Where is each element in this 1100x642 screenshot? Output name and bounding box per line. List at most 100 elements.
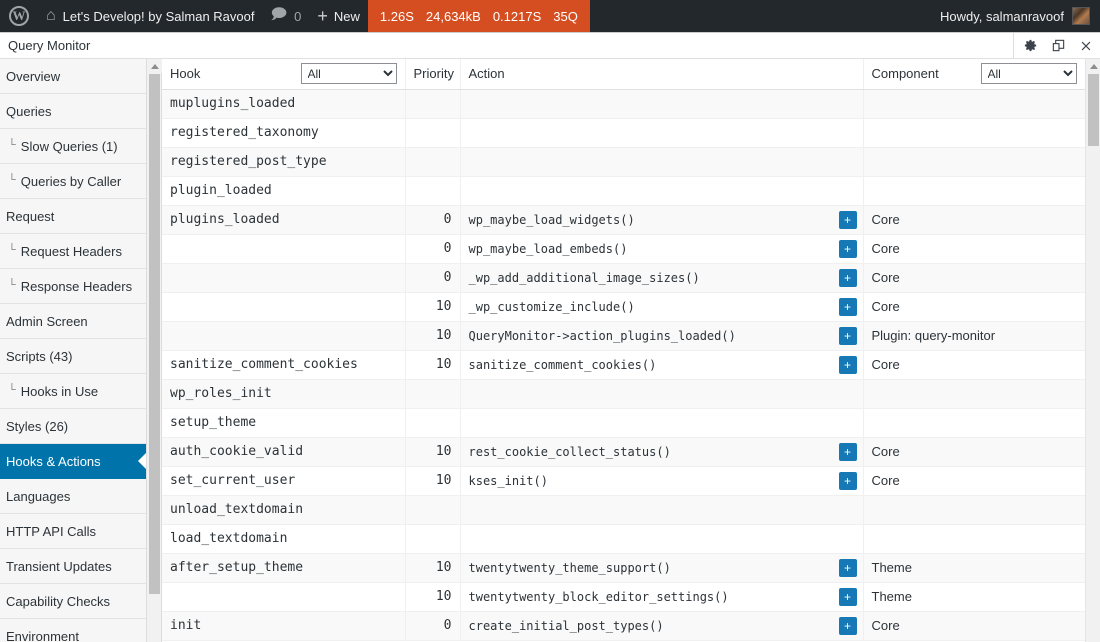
table-scrollbar-thumb[interactable]: [1088, 74, 1099, 146]
expand-action-toggle-button[interactable]: +: [839, 617, 857, 635]
sidebar-item-response-headers[interactable]: └Response Headers: [0, 269, 146, 304]
sidebar-item-environment[interactable]: Environment: [0, 619, 146, 642]
sidebar-item-overview[interactable]: Overview: [0, 59, 146, 94]
panel-position-button[interactable]: [1044, 34, 1072, 58]
cell-action: create_initial_post_types() +: [460, 611, 863, 640]
query-monitor-metrics-menu[interactable]: 1.26S 24,634kB 0.1217S 35Q: [368, 0, 590, 32]
expand-action-toggle-button[interactable]: +: [839, 327, 857, 345]
expand-action-toggle-button[interactable]: +: [839, 211, 857, 229]
action-function-name: rest_cookie_collect_status(): [469, 445, 671, 459]
cell-action: [460, 379, 863, 408]
component-filter-select[interactable]: All: [981, 63, 1077, 84]
sidebar-item-capability-checks[interactable]: Capability Checks: [0, 584, 146, 619]
cell-component: Theme: [863, 582, 1085, 611]
column-label-hook: Hook: [170, 66, 200, 81]
cell-hook: load_textdomain: [162, 524, 405, 553]
cell-priority: [405, 495, 460, 524]
table-row: 0_wp_add_additional_image_sizes()+Core: [162, 263, 1085, 292]
sidebar-item-scripts-43[interactable]: Scripts (43): [0, 339, 146, 374]
cell-hook: [162, 263, 405, 292]
sidebar-item-label: Hooks in Use: [21, 384, 98, 399]
sidebar-item-label: Languages: [6, 489, 70, 504]
expand-action-toggle-button[interactable]: +: [839, 240, 857, 258]
panel-body: Overview Queries └Slow Queries (1)└Queries…: [0, 59, 1100, 642]
cell-hook: [162, 582, 405, 611]
sidebar-item-label: Request: [6, 209, 54, 224]
sidebar-item-slow-queries-1[interactable]: └Slow Queries (1): [0, 129, 146, 164]
sidebar-item-label: Hooks & Actions: [6, 454, 101, 469]
table-body: muplugins_loadedregistered_taxonomyregis…: [162, 89, 1085, 640]
sidebar-item-hooks-in-use[interactable]: └Hooks in Use: [0, 374, 146, 409]
metric-db-query-time: 0.1217S: [493, 9, 541, 24]
comments-menu[interactable]: 🗩 0: [262, 0, 309, 32]
cell-action: [460, 176, 863, 205]
cell-action: [460, 524, 863, 553]
cell-action: sanitize_comment_cookies()+: [460, 350, 863, 379]
sidebar-item-label: Styles (26): [6, 419, 68, 434]
table-scrollbar[interactable]: [1085, 59, 1100, 642]
column-header-component: Component All: [863, 59, 1085, 89]
sidebar-item-transient-updates[interactable]: Transient Updates: [0, 549, 146, 584]
expand-action-toggle-button[interactable]: +: [839, 269, 857, 287]
cell-action: [460, 495, 863, 524]
cell-hook: unload_textdomain: [162, 495, 405, 524]
sidebar-item-request-headers[interactable]: └Request Headers: [0, 234, 146, 269]
cell-priority: 0: [405, 611, 460, 640]
cell-priority: 0: [405, 234, 460, 263]
scroll-up-arrow-icon[interactable]: [147, 59, 162, 73]
sidebar-scrollbar-thumb[interactable]: [149, 74, 160, 594]
cell-action: QueryMonitor->action_plugins_loaded()+: [460, 321, 863, 350]
sidebar-item-languages[interactable]: Languages: [0, 479, 146, 514]
cell-component: Core: [863, 437, 1085, 466]
cell-action: [460, 147, 863, 176]
column-header-priority: Priority: [405, 59, 460, 89]
comment-count-label: 0: [294, 9, 301, 24]
expand-action-toggle-button[interactable]: +: [839, 472, 857, 490]
expand-action-toggle-button[interactable]: +: [839, 356, 857, 374]
sidebar-item-queries-by-caller[interactable]: └Queries by Caller: [0, 164, 146, 199]
action-function-name: _wp_add_additional_image_sizes(): [469, 271, 700, 285]
cell-priority: 10: [405, 292, 460, 321]
cell-action: [460, 89, 863, 118]
cell-hook: registered_post_type: [162, 147, 405, 176]
sidebar-item-hooks-actions[interactable]: Hooks & Actions: [0, 444, 146, 479]
site-name-menu[interactable]: ⌂ Let's Develop! by Salman Ravoof: [38, 0, 262, 32]
table-scroll-up-arrow-icon[interactable]: [1086, 59, 1100, 73]
close-panel-button[interactable]: [1072, 34, 1100, 58]
new-content-menu[interactable]: + New: [309, 0, 368, 32]
sidebar-item-http-api-calls[interactable]: HTTP API Calls: [0, 514, 146, 549]
panel-title: Query Monitor: [0, 38, 90, 53]
expand-action-toggle-button[interactable]: +: [839, 559, 857, 577]
action-function-name: kses_init(): [469, 474, 548, 488]
my-account-menu[interactable]: Howdy, salmanravoof: [940, 0, 1100, 32]
cell-action: wp_maybe_load_widgets()+: [460, 205, 863, 234]
cell-hook: [162, 321, 405, 350]
cell-action: _wp_customize_include()+: [460, 292, 863, 321]
expand-action-toggle-button[interactable]: +: [839, 588, 857, 606]
cell-action: twentytwenty_block_editor_settings()+: [460, 582, 863, 611]
settings-gear-button[interactable]: [1016, 34, 1044, 58]
sidebar-item-styles-26[interactable]: Styles (26): [0, 409, 146, 444]
expand-action-toggle-button[interactable]: +: [839, 298, 857, 316]
sidebar-item-admin-screen[interactable]: Admin Screen: [0, 304, 146, 339]
sidebar-item-label: Queries: [6, 104, 52, 119]
metric-db-query-count: 35Q: [553, 9, 578, 24]
cell-component: Plugin: query-monitor: [863, 321, 1085, 350]
cell-component: [863, 379, 1085, 408]
hooks-and-actions-table: Hook All Priority Action: [162, 59, 1085, 641]
sidebar-item-label: Response Headers: [21, 279, 132, 294]
table-row: muplugins_loaded: [162, 89, 1085, 118]
cell-component: [863, 147, 1085, 176]
sidebar-item-queries[interactable]: Queries: [0, 94, 146, 129]
cell-hook: [162, 234, 405, 263]
table-row: 10twentytwenty_block_editor_settings()+T…: [162, 582, 1085, 611]
sidebar-item-request[interactable]: Request: [0, 199, 146, 234]
action-function-name: create_initial_post_types(): [469, 619, 664, 633]
expand-action-toggle-button[interactable]: +: [839, 443, 857, 461]
gear-icon: [1023, 38, 1038, 53]
hook-filter-select[interactable]: All: [301, 63, 397, 84]
panel-title-actions: [1013, 33, 1100, 59]
sidebar-scrollbar[interactable]: [147, 59, 162, 642]
sidebar-sub-tick-icon: └: [8, 139, 16, 151]
wordpress-logo-button[interactable]: W: [0, 0, 38, 32]
